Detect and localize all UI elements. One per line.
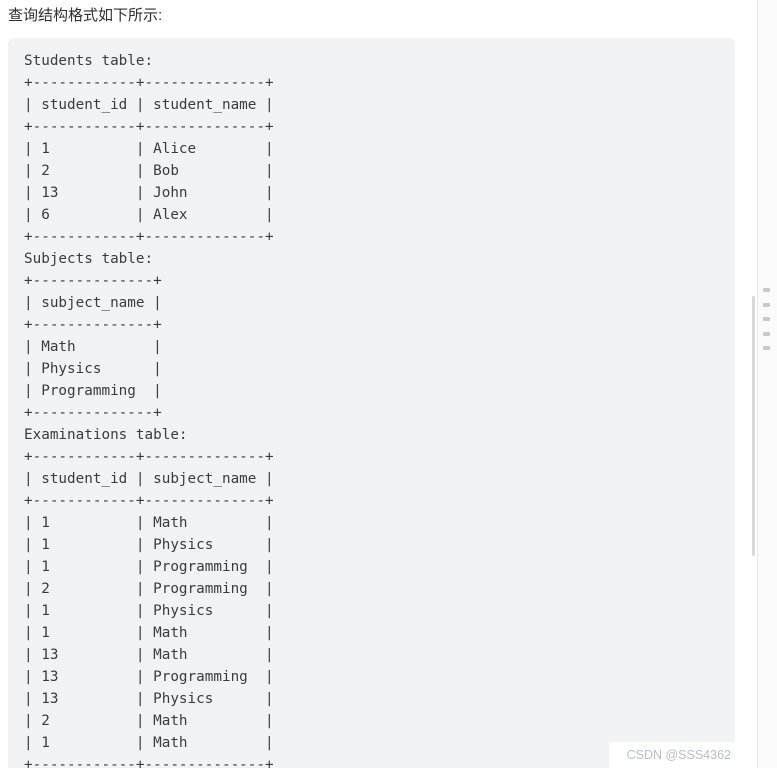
code-line: +------------+--------------+: [24, 493, 274, 509]
code-line: | Programming |: [24, 383, 162, 399]
code-line: Examinations table:: [24, 427, 188, 443]
code-line: | 1 | Programming |: [24, 559, 274, 575]
code-line: | 1 | Alice |: [24, 141, 274, 157]
page-scrollbar[interactable]: [750, 0, 757, 768]
code-line: +--------------+: [24, 317, 162, 333]
code-line: +------------+--------------+: [24, 75, 274, 91]
right-rail: [757, 0, 777, 768]
code-line: | 1 | Physics |: [24, 603, 274, 619]
code-block[interactable]: Students table: +------------+-----------…: [8, 38, 735, 768]
code-line: | 1 | Math |: [24, 515, 274, 531]
code-line: | 2 | Programming |: [24, 581, 274, 597]
code-line: | Math |: [24, 339, 162, 355]
code-line: +------------+--------------+: [24, 229, 274, 245]
code-line: | 1 | Physics |: [24, 537, 274, 553]
code-line: +--------------+: [24, 273, 162, 289]
handle-dot: [762, 317, 770, 321]
code-line: Students table:: [24, 53, 154, 69]
code-line: | 2 | Math |: [24, 713, 274, 729]
code-line: | Physics |: [24, 361, 162, 377]
code-line: | 1 | Math |: [24, 625, 274, 641]
code-line: | student_id | student_name |: [24, 97, 274, 113]
csdn-watermark: CSDN @SSS4362: [626, 748, 731, 762]
page-scrollbar-thumb[interactable]: [752, 296, 755, 556]
code-line: | 13 | Math |: [24, 647, 274, 663]
handle-dot: [762, 302, 770, 307]
code-block-content[interactable]: Students table: +------------+-----------…: [8, 50, 735, 768]
code-line: +------------+--------------+: [24, 449, 274, 465]
code-line: | 6 | Alex |: [24, 207, 274, 223]
handle-dot: [762, 346, 770, 350]
code-line: Subjects table:: [24, 251, 154, 267]
code-line: | 13 | Programming |: [24, 669, 274, 685]
code-line: | 2 | Bob |: [24, 163, 274, 179]
code-line: +------------+--------------+: [24, 119, 274, 135]
code-line: | subject_name |: [24, 295, 162, 311]
scroll-drag-handle-icon[interactable]: [762, 288, 770, 350]
code-line: | 13 | John |: [24, 185, 274, 201]
handle-dot: [762, 331, 770, 336]
code-line: | 13 | Physics |: [24, 691, 274, 707]
code-line: | student_id | subject_name |: [24, 471, 274, 487]
intro-paragraph: 查询结构格式如下所示:: [8, 7, 163, 24]
code-line: +--------------+: [24, 405, 162, 421]
handle-dot: [762, 288, 770, 292]
article-page: 查询结构格式如下所示: Students table: +------------…: [0, 0, 757, 768]
